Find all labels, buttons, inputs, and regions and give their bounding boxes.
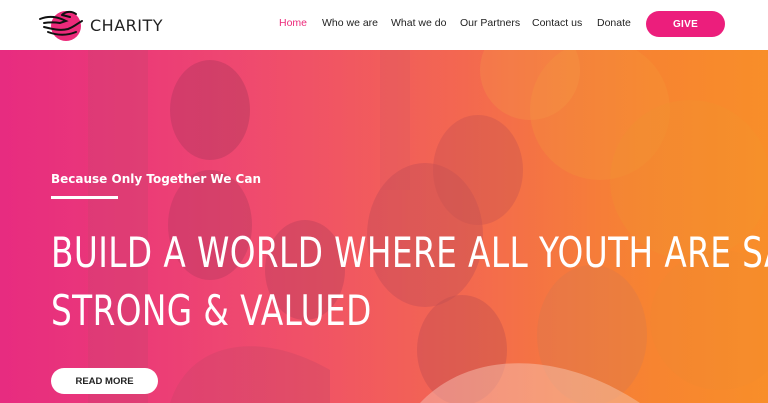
nav-item-contact-us[interactable]: Contact us — [532, 17, 582, 29]
nav-item-donate[interactable]: Donate — [597, 17, 631, 29]
brand-name: CHARITY — [90, 16, 164, 35]
headline-line-1: BUILD A WORLD WHERE ALL YOUTH ARE SAFE, — [51, 228, 768, 277]
hero-tagline: Because Only Together We Can — [51, 172, 262, 186]
hands-heart-icon — [39, 10, 83, 41]
headline-line-2: STRONG & VALUED — [51, 286, 372, 335]
nav-item-what-we-do[interactable]: What we do — [391, 17, 446, 29]
give-button[interactable]: GIVE — [646, 11, 725, 37]
read-more-button[interactable]: READ MORE — [51, 368, 158, 394]
site-header: CHARITY Home Who we are What we do Our P… — [0, 0, 768, 50]
hero-headline: BUILD A WORLD WHERE ALL YOUTH ARE SAFE, … — [51, 224, 768, 340]
nav-item-our-partners[interactable]: Our Partners — [460, 17, 520, 29]
nav-item-home[interactable]: Home — [279, 17, 307, 29]
brand-logo[interactable]: CHARITY — [36, 5, 163, 43]
hero-banner: Because Only Together We Can BUILD A WOR… — [0, 50, 768, 403]
tagline-divider — [51, 196, 118, 199]
nav-item-who-we-are[interactable]: Who we are — [322, 17, 378, 29]
